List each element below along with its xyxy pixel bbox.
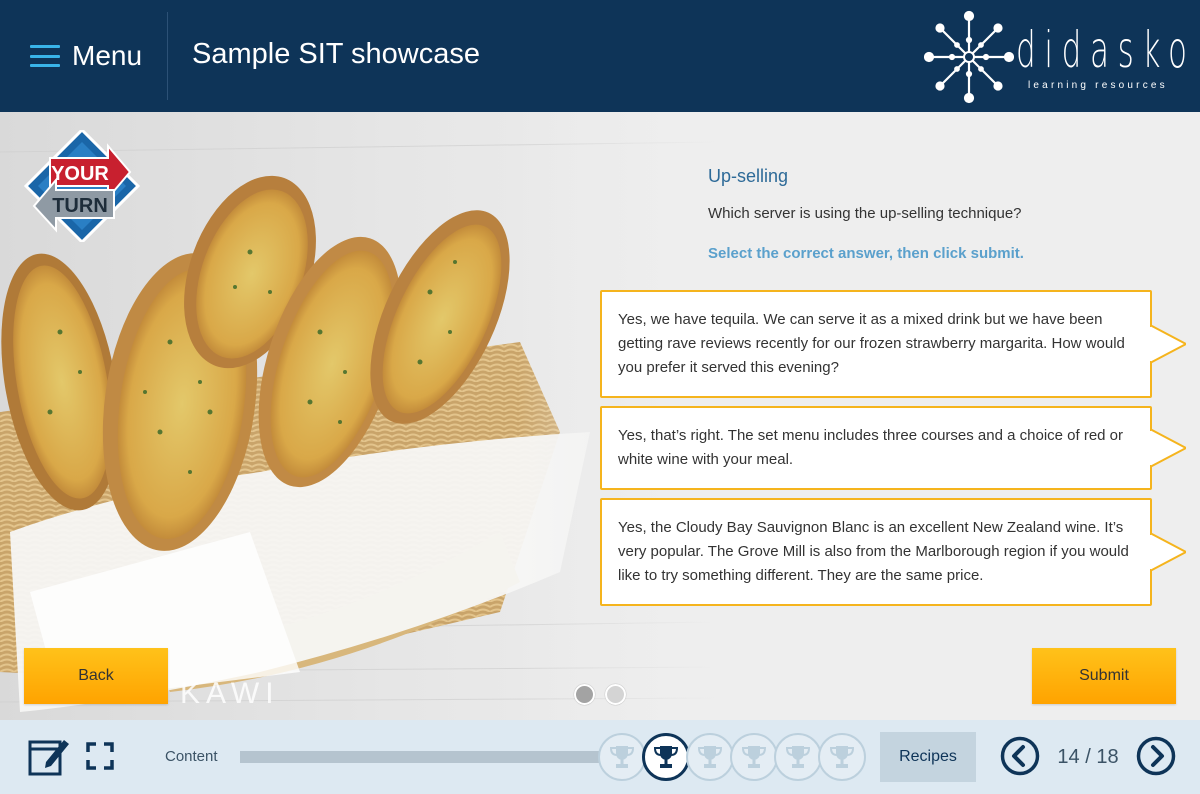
notes-edit-icon[interactable] — [28, 734, 70, 778]
speech-tail-icon — [1150, 533, 1186, 571]
slide-dots — [574, 684, 626, 705]
header-bar: Menu Sample SIT showcase didasko learnin… — [0, 0, 1200, 112]
trophy-icon — [741, 746, 767, 768]
answer-option-3[interactable]: Yes, the Cloudy Bay Sauvignon Blanc is a… — [600, 498, 1186, 606]
answer-option-text: Yes, that’s right. The set menu includes… — [618, 427, 1124, 468]
slide-dot-2[interactable] — [605, 684, 626, 705]
trophy-badge-4 — [730, 733, 778, 781]
trophy-badge-1 — [598, 733, 646, 781]
speech-tail-icon — [1150, 429, 1186, 467]
menu-label: Menu — [72, 40, 143, 71]
photo-watermark: KAWI — [180, 677, 280, 710]
question-prompt: Which server is using the up-selling tec… — [708, 205, 1022, 222]
trophy-icon — [653, 746, 679, 768]
trophy-icon — [609, 746, 635, 768]
fullscreen-icon[interactable] — [86, 742, 114, 770]
answer-option-2[interactable]: Yes, that’s right. The set menu includes… — [600, 406, 1186, 490]
question-title: Up-selling — [708, 166, 789, 186]
slide-dot-1[interactable] — [574, 684, 595, 705]
trophy-icon — [785, 746, 811, 768]
next-page-button[interactable] — [1136, 736, 1176, 776]
answer-option-1[interactable]: Yes, we have tequila. We can serve it as… — [600, 290, 1186, 398]
slide-stage: KAWI YOUR TURN Up-selling Which server i… — [0, 112, 1200, 720]
answer-option-text: Yes, we have tequila. We can serve it as… — [618, 311, 1125, 376]
trophy-row — [598, 733, 866, 781]
trophy-badge-2 — [642, 733, 690, 781]
your-turn-badge: YOUR TURN — [23, 130, 141, 242]
trophy-badge-6 — [818, 733, 866, 781]
footer-bar: Content Recipes 14 / 18 — [0, 720, 1200, 794]
header-divider — [167, 12, 168, 100]
submit-button[interactable]: Submit — [1032, 648, 1176, 704]
previous-page-button[interactable] — [1000, 736, 1040, 776]
didasko-star-logo — [923, 10, 1015, 104]
trophy-badge-3 — [686, 733, 734, 781]
answer-option-text: Yes, the Cloudy Bay Sauvignon Blanc is a… — [618, 519, 1129, 584]
question-instruction: Select the correct answer, then click su… — [708, 245, 1024, 262]
didasko-logo: didasko learning resources — [923, 10, 1187, 104]
trophy-icon — [697, 746, 723, 768]
speech-tail-icon — [1150, 325, 1186, 363]
recipes-button[interactable]: Recipes — [880, 732, 976, 782]
badge-line2: TURN — [52, 195, 108, 217]
progress-fill — [240, 751, 600, 763]
badge-line1: YOUR — [51, 163, 109, 185]
back-button[interactable]: Back — [24, 648, 168, 704]
trophy-icon — [829, 746, 855, 768]
page-counter: 14 / 18 — [1057, 746, 1119, 768]
logo-wordmark: didasko — [1016, 21, 1196, 79]
trophy-badge-5 — [774, 733, 822, 781]
content-label: Content — [165, 748, 218, 765]
hamburger-icon — [30, 45, 60, 67]
menu-button[interactable]: Menu — [30, 36, 142, 76]
course-title: Sample SIT showcase — [192, 38, 480, 70]
logo-tagline: learning resources — [1028, 80, 1168, 91]
